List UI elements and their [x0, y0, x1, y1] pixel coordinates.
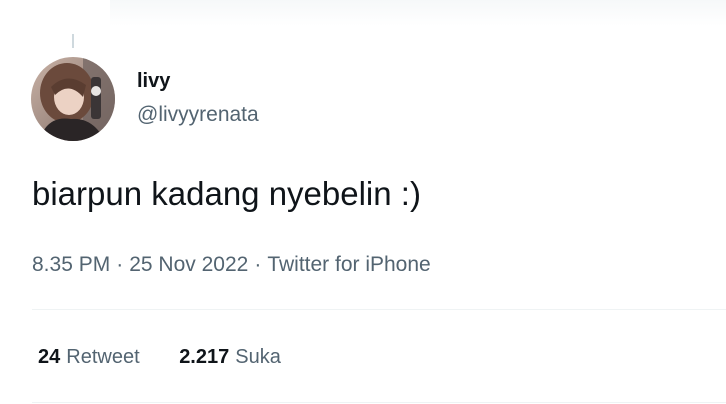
meta-separator: · — [254, 253, 262, 276]
retweet-count: 24 — [38, 346, 61, 368]
divider — [32, 402, 726, 403]
like-count: 2.217 — [179, 346, 230, 368]
previous-tweet-fade — [110, 0, 726, 26]
divider — [32, 309, 726, 310]
meta-separator: · — [116, 253, 124, 276]
tweet-source: Twitter for iPhone — [267, 253, 431, 276]
tweet-time[interactable]: 8.35 PM — [32, 253, 110, 276]
likes-link[interactable]: 2.217 Suka — [179, 343, 281, 371]
tweet-detail-view: livy @livyyrenata biarpun kadang nyebeli… — [0, 0, 726, 404]
tweet-text: biarpun kadang nyebelin :) — [32, 175, 421, 212]
retweets-link[interactable]: 24 Retweet — [38, 343, 140, 371]
like-label: Suka — [235, 346, 281, 368]
tweet-metadata: 8.35 PM · 25 Nov 2022 · Twitter for iPhone — [32, 250, 431, 280]
author-display-name[interactable]: livy — [137, 68, 170, 94]
avatar-photo — [31, 57, 115, 141]
author-handle[interactable]: @livyyrenata — [137, 101, 259, 129]
tweet-date[interactable]: 25 Nov 2022 — [129, 253, 248, 276]
thread-connector-line — [72, 34, 74, 48]
engagement-stats: 24 Retweet 2.217 Suka — [38, 343, 281, 371]
retweet-label: Retweet — [66, 346, 140, 368]
avatar[interactable] — [31, 57, 115, 141]
